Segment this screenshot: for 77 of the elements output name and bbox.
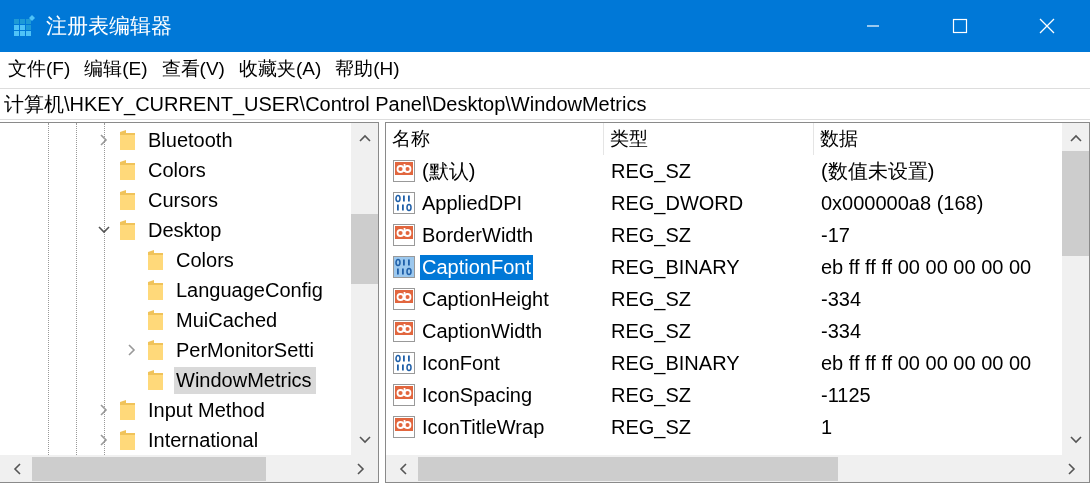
close-icon [1038, 18, 1055, 34]
menu-item[interactable]: 查看(V) [161, 56, 225, 82]
tree-item[interactable]: WindowMetrics [174, 366, 316, 394]
value-name[interactable]: BorderWidth [420, 222, 536, 248]
chevron-down-icon[interactable] [357, 435, 372, 445]
value-name[interactable]: CaptionWidth [420, 318, 545, 344]
tree-item[interactable]: Desktop [146, 216, 226, 244]
folder-icon [146, 369, 166, 391]
folder-icon [118, 189, 138, 211]
window-title: 注册表编辑器 [46, 13, 172, 39]
scrollbar-thumb[interactable] [32, 456, 266, 481]
tree-item[interactable]: PerMonitorSetti [174, 336, 318, 364]
chevron-right-icon[interactable] [1067, 461, 1077, 476]
tree-item[interactable]: LanguageConfig [174, 276, 327, 304]
address-field[interactable]: 计算机\HKEY_CURRENT_USER\Control Panel\Desktop\WindowMetrics [0, 88, 1090, 120]
table-cell-text: REG_SZ [610, 159, 693, 183]
value-name[interactable]: IconFont [420, 350, 502, 376]
value-name[interactable]: AppliedDPI [420, 190, 525, 216]
table-cell-text: REG_BINARY [610, 351, 741, 375]
tree-item[interactable]: Input Method [146, 396, 269, 424]
scrollbar[interactable] [386, 455, 1089, 482]
table-cell-text: eb ff ff ff 00 00 00 00 00 [820, 351, 1033, 375]
folder-icon [118, 219, 138, 241]
tree-item[interactable]: Cursors [146, 186, 222, 214]
tree-item[interactable]: International [146, 426, 263, 454]
scrollbar-thumb[interactable] [351, 214, 378, 284]
chevron-up-icon[interactable] [357, 133, 372, 143]
table-cell-text: REG_BINARY [610, 255, 741, 279]
chevron-left-icon[interactable] [12, 461, 22, 476]
folder-icon [118, 129, 138, 151]
tree-item[interactable]: Colors [146, 156, 210, 184]
scrollbar-thumb[interactable] [418, 456, 838, 481]
chevron-left-icon[interactable] [398, 461, 408, 476]
value-name[interactable]: CaptionHeight [420, 286, 551, 312]
menu-item[interactable]: 文件(F) [8, 56, 71, 82]
menu-item[interactable]: 收藏夹(A) [238, 56, 322, 82]
table-cell-text: REG_SZ [610, 319, 693, 343]
table-cell-text: REG_SZ [610, 383, 693, 407]
folder-icon [146, 309, 166, 331]
table-cell-text: -1125 [820, 383, 872, 407]
folder-icon [118, 429, 138, 451]
chevron-up-icon[interactable] [1068, 133, 1083, 143]
maximize-icon [951, 18, 968, 34]
tree-item[interactable]: MuiCached [174, 306, 282, 334]
value-name[interactable]: IconTitleWrap [420, 414, 547, 440]
column-header[interactable]: 名称 [386, 123, 604, 155]
menu-item[interactable]: 帮助(H) [335, 56, 400, 82]
table-cell-text: REG_SZ [610, 287, 693, 311]
column-header[interactable]: 类型 [604, 123, 814, 155]
registry-icon [13, 14, 37, 38]
folder-icon [118, 159, 138, 181]
folder-icon [146, 339, 166, 361]
folder-icon [146, 279, 166, 301]
scrollbar[interactable] [0, 455, 378, 482]
folder-icon [146, 249, 166, 271]
tree-item[interactable]: Bluetooth [146, 126, 237, 154]
table-cell-text: (数值未设置) [820, 158, 936, 184]
chevron-down-icon[interactable] [1068, 435, 1083, 445]
table-cell-text: -17 [820, 223, 851, 247]
chevron-right-icon[interactable] [356, 461, 366, 476]
folder-icon [118, 399, 138, 421]
table-cell-text: 1 [820, 415, 834, 439]
table-cell-text: -334 [820, 319, 863, 343]
scrollbar[interactable] [351, 123, 378, 455]
table-cell-text: REG_SZ [610, 223, 693, 247]
table-cell-text: REG_SZ [610, 415, 693, 439]
table-cell-text: REG_DWORD [610, 191, 745, 215]
table-cell-text: eb ff ff ff 00 00 00 00 00 [820, 255, 1033, 279]
scrollbar[interactable] [1062, 123, 1089, 455]
tree-item[interactable]: Colors [174, 246, 238, 274]
value-name[interactable]: CaptionFont [420, 254, 533, 280]
table-cell-text: 0x000000a8 (168) [820, 191, 985, 215]
value-name[interactable]: (默认) [420, 156, 478, 186]
menu-item[interactable]: 编辑(E) [84, 56, 148, 82]
value-name[interactable]: IconSpacing [420, 382, 535, 408]
table-cell-text: -334 [820, 287, 863, 311]
scrollbar-thumb[interactable] [1062, 151, 1089, 256]
